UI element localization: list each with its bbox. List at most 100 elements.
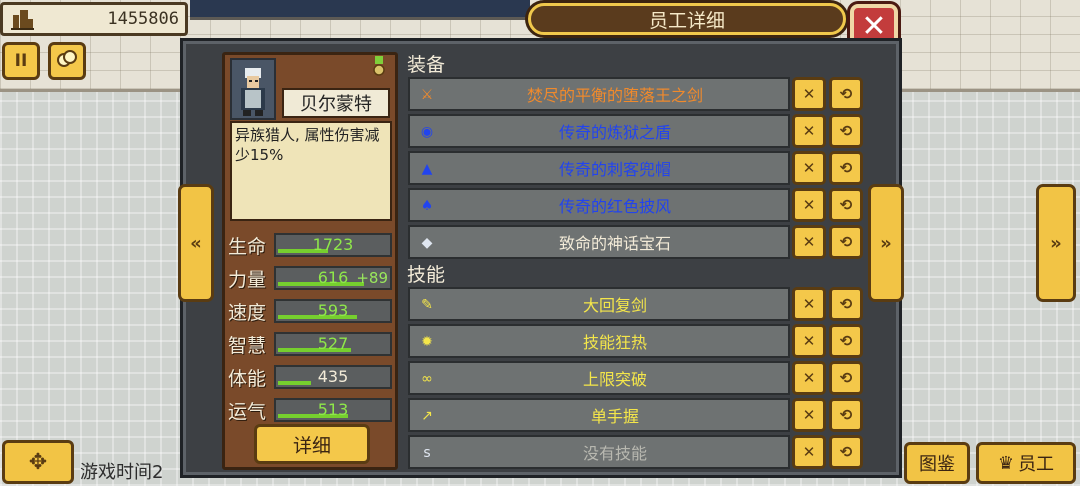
blade-icon: ↗ — [421, 408, 433, 424]
coins-icon — [56, 49, 78, 74]
remove-equipment-button[interactable]: ✕ — [792, 77, 826, 111]
equipment-slot[interactable]: ▲ 传奇的刺客兜帽 — [408, 151, 790, 185]
swap-icon: ⟲ — [839, 332, 853, 350]
equipment-slot[interactable]: ♠ 传奇的红色披风 — [408, 188, 790, 222]
stat-value: 1723 — [312, 235, 354, 254]
cross-icon: ✕ — [802, 332, 816, 350]
empty-slot-icon: s — [423, 445, 431, 461]
stat-bar: 1723 — [274, 233, 392, 257]
swap-icon: ⟲ — [839, 85, 853, 103]
employee-description-text: 异族猎人, 属性伤害减少15% — [235, 126, 380, 164]
codex-button[interactable]: 图鉴 — [904, 442, 970, 484]
stat-bar: 527 — [274, 332, 392, 356]
hood-icon: ▲ — [421, 161, 433, 177]
stat-bar: 435 — [274, 365, 392, 389]
equipment-name: 焚尽的平衡的堕落王之剑 — [526, 86, 703, 105]
skill-slot[interactable]: ↗ 单手握 — [408, 398, 790, 432]
feather-blade-icon: ✎ — [421, 297, 433, 313]
swap-equipment-button[interactable]: ⟲ — [829, 151, 863, 185]
remove-equipment-button[interactable]: ✕ — [792, 114, 826, 148]
burst-icon: ✹ — [421, 334, 433, 350]
skill-name: 上限突破 — [582, 370, 647, 389]
next-employee-button[interactable]: » — [868, 184, 904, 302]
detail-button[interactable]: 详细 — [254, 424, 370, 464]
coins-button[interactable] — [48, 42, 86, 80]
remove-skill-button[interactable]: ✕ — [792, 324, 826, 358]
skill-name: 没有技能 — [582, 444, 647, 463]
equipment-heading: 装备 — [407, 54, 446, 76]
cape-icon: ♠ — [420, 198, 434, 214]
cross-icon: ✕ — [802, 295, 816, 313]
swap-skill-button[interactable]: ⟲ — [829, 398, 863, 432]
swap-equipment-button[interactable]: ⟲ — [829, 77, 863, 111]
remove-equipment-button[interactable]: ✕ — [792, 225, 826, 259]
equipment-name: 传奇的炼狱之盾 — [558, 123, 671, 142]
cross-icon: ✕ — [802, 122, 816, 140]
employee-name-text: 贝尔蒙特 — [300, 94, 372, 115]
codex-label: 图鉴 — [919, 454, 955, 475]
skill-slot[interactable]: ✎ 大回复剑 — [408, 287, 790, 321]
swap-icon: ⟲ — [839, 369, 853, 387]
building-icon — [9, 7, 35, 31]
pause-icon: II — [14, 51, 28, 71]
remove-skill-button[interactable]: ✕ — [792, 361, 826, 395]
detail-button-label: 详细 — [292, 434, 331, 457]
stat-value: 513 — [317, 400, 349, 419]
remove-equipment-button[interactable]: ✕ — [792, 151, 826, 185]
equipment-slot[interactable]: ◆ 致命的神话宝石 — [408, 225, 790, 259]
remove-skill-button[interactable]: ✕ — [792, 435, 826, 469]
equipment-slot[interactable]: ◉ 传奇的炼狱之盾 — [408, 114, 790, 148]
remove-skill-button[interactable]: ✕ — [792, 398, 826, 432]
swap-skill-button[interactable]: ⟲ — [829, 324, 863, 358]
money-value: 1455806 — [107, 9, 179, 29]
swap-icon: ⟲ — [839, 233, 853, 251]
shield-icon: ◉ — [420, 124, 434, 140]
crown-icon: ♛ — [997, 452, 1015, 474]
staff-button[interactable]: ♛ 员工 — [976, 442, 1076, 484]
move-button[interactable]: ✥ — [2, 440, 74, 484]
cross-icon: ✕ — [802, 406, 816, 424]
swap-skill-button[interactable]: ⟲ — [829, 287, 863, 321]
stat-row: 体能 435 — [228, 362, 394, 392]
equipment-slot[interactable]: ⚔ 焚尽的平衡的堕落王之剑 — [408, 77, 790, 111]
remove-equipment-button[interactable]: ✕ — [792, 188, 826, 222]
swap-skill-button[interactable]: ⟲ — [829, 361, 863, 395]
sword-icon: ⚔ — [420, 87, 434, 103]
swap-icon: ⟲ — [839, 443, 853, 461]
swap-equipment-button[interactable]: ⟲ — [829, 225, 863, 259]
stat-label: 生命 — [228, 236, 267, 258]
swap-equipment-button[interactable]: ⟲ — [829, 114, 863, 148]
equipment-name: 传奇的红色披风 — [558, 197, 671, 216]
far-next-button[interactable]: » — [1036, 184, 1076, 302]
stat-row: 生命 1723 — [228, 230, 394, 260]
swap-icon: ⟲ — [839, 406, 853, 424]
skill-slot[interactable]: ✹ 技能狂热 — [408, 324, 790, 358]
stat-bar: 593 — [274, 299, 392, 323]
gem-icon: ◆ — [421, 235, 433, 251]
stat-value: 593 — [317, 301, 349, 320]
cross-icon: ✕ — [802, 233, 816, 251]
swap-equipment-button[interactable]: ⟲ — [829, 188, 863, 222]
stat-bar: 513 — [274, 398, 392, 422]
employee-name: 贝尔蒙特 — [282, 88, 390, 118]
skill-slot[interactable]: s 没有技能 — [408, 435, 790, 469]
swap-icon: ⟲ — [839, 122, 853, 140]
stat-label: 体能 — [228, 368, 267, 390]
equipment-name: 致命的神话宝石 — [558, 234, 671, 253]
skill-slot[interactable]: ∞ 上限突破 — [408, 361, 790, 395]
stat-label: 力量 — [228, 269, 267, 291]
remove-skill-button[interactable]: ✕ — [792, 287, 826, 321]
cross-icon: ✕ — [802, 196, 816, 214]
stat-bonus: +89 — [356, 269, 388, 287]
skills-heading: 技能 — [407, 264, 446, 286]
prev-employee-button[interactable]: « — [178, 184, 214, 302]
employee-portrait — [230, 58, 276, 120]
swap-skill-button[interactable]: ⟲ — [829, 435, 863, 469]
double-chevron-right-icon: » — [1050, 232, 1062, 254]
window-strip — [190, 0, 530, 20]
swap-icon: ⟲ — [839, 159, 853, 177]
medal-icon — [372, 56, 386, 78]
pause-button[interactable]: II — [2, 42, 40, 80]
stat-row: 速度 593 — [228, 296, 394, 326]
swap-icon: ⟲ — [839, 295, 853, 313]
